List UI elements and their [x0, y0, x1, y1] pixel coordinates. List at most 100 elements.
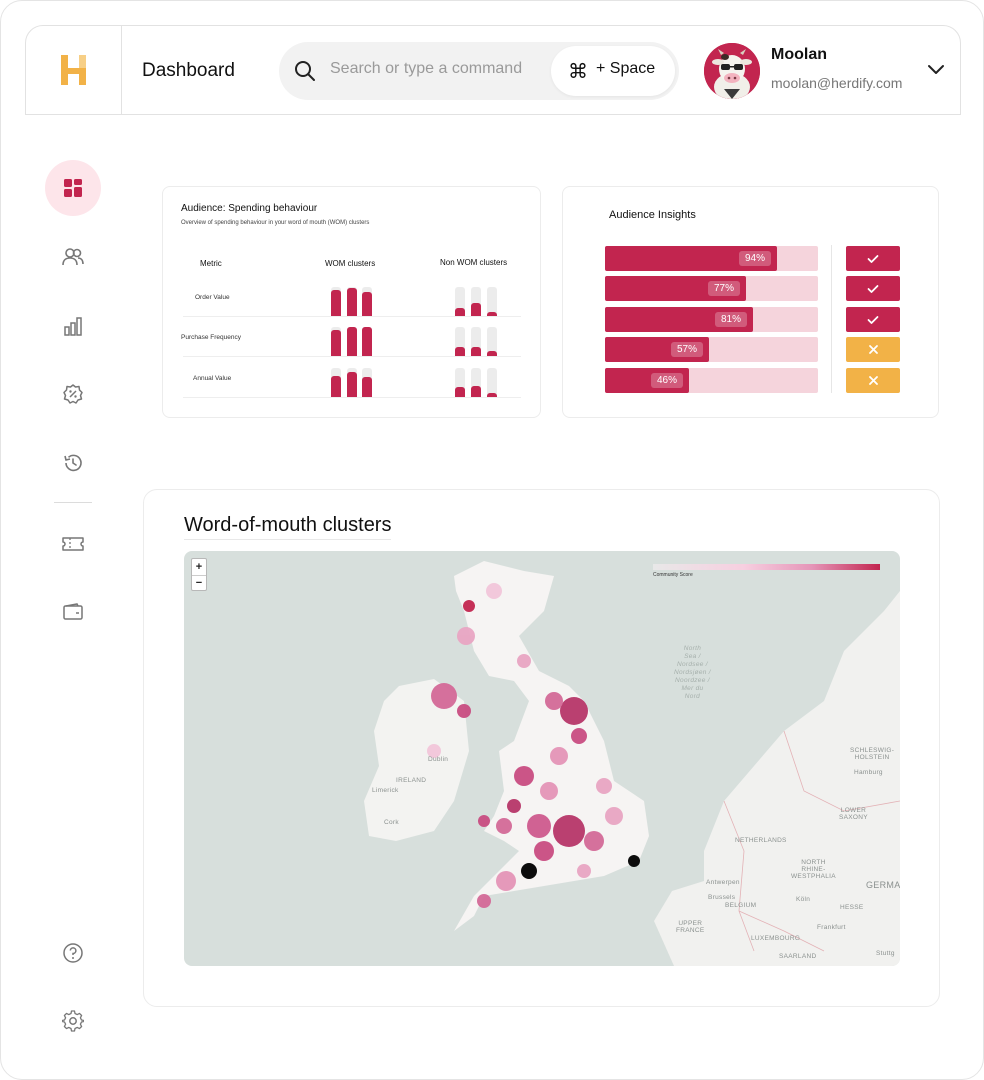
legend-label: Community Score — [653, 572, 693, 578]
history-icon — [64, 454, 82, 472]
top-bar: Dashboard Search or type a command ⌘ + S… — [25, 25, 961, 115]
sidebar-item-dashboard[interactable] — [45, 160, 101, 216]
map-label-north-sea: North Sea / Nordsee / Nordsjøen / Noordz… — [674, 645, 711, 700]
command-key-icon: ⌘ — [568, 59, 588, 83]
close-icon — [868, 376, 878, 385]
column-header-wom: WOM clusters — [325, 259, 376, 268]
close-icon — [868, 345, 878, 354]
search-bar[interactable]: Search or type a command ⌘ + Space — [279, 42, 679, 100]
non-wom-bar — [471, 303, 481, 316]
non-wom-bar-track — [455, 327, 465, 356]
non-wom-bar-track — [455, 287, 465, 316]
insights-divider — [831, 245, 832, 393]
non-wom-bar — [487, 393, 497, 397]
cross-badge — [846, 337, 900, 362]
card-subtitle: Overview of spending behaviour in your w… — [181, 220, 370, 226]
insight-percent: 46% — [650, 373, 683, 388]
audience-icon — [62, 248, 84, 266]
wom-bar-track — [362, 287, 372, 316]
card-title: Word-of-mouth clusters — [184, 514, 392, 540]
zoom-in-button[interactable]: + — [192, 559, 206, 575]
insight-percent: 81% — [714, 312, 747, 327]
command-shortcut-button[interactable]: ⌘ + Space — [551, 46, 675, 96]
map-label-frankfurt: Frankfurt — [817, 924, 846, 931]
map-label-saarland: SAARLAND — [779, 953, 817, 960]
herdify-logo-icon — [60, 55, 86, 85]
wom-bar — [331, 290, 341, 316]
logo[interactable] — [26, 26, 122, 114]
sidebar-item-analytics[interactable] — [45, 298, 101, 354]
search-icon — [295, 61, 315, 81]
map-label-germany: GERMA — [866, 880, 900, 890]
metric-label: Annual Value — [193, 375, 232, 382]
non-wom-bar-track — [471, 287, 481, 316]
sidebar-item-offers[interactable] — [45, 366, 101, 422]
sidebar-item-audience[interactable] — [45, 229, 101, 285]
map-label-cork: Cork — [384, 819, 399, 826]
non-wom-bar-track — [487, 368, 497, 397]
sidebar-item-help[interactable] — [45, 925, 101, 981]
sidebar-item-history[interactable] — [45, 435, 101, 491]
non-wom-bar-track — [471, 327, 481, 356]
app-window: Dashboard Search or type a command ⌘ + S… — [0, 0, 984, 1080]
map-label-ireland: IRELAND — [396, 777, 427, 784]
continent-landmass — [704, 591, 900, 966]
wom-bar — [347, 327, 357, 356]
chevron-down-icon[interactable] — [926, 63, 946, 77]
cross-badge — [846, 368, 900, 393]
bar-chart-icon — [64, 317, 82, 336]
insight-bar-track: 46% — [605, 368, 818, 393]
map-label-lower-saxony: LOWER SAXONY — [839, 807, 868, 821]
map-label-hesse: HESSE — [840, 904, 864, 911]
non-wom-bar — [487, 312, 497, 316]
non-wom-bar — [455, 308, 465, 316]
insight-bar-track: 81% — [605, 307, 818, 332]
non-wom-bar — [455, 387, 465, 397]
insight-bar: 46% — [605, 368, 689, 393]
metric-label: Purchase Frequency — [181, 334, 241, 341]
non-wom-bar-track — [455, 368, 465, 397]
metric-label: Order Value — [195, 294, 230, 301]
insight-percent: 57% — [670, 342, 703, 357]
wom-bar-track — [362, 327, 372, 356]
insight-bar-track: 94% — [605, 246, 818, 271]
map-label-antwerp: Antwerpen — [706, 879, 740, 886]
sidebar-item-tickets[interactable] — [45, 516, 101, 572]
insight-percent: 77% — [707, 281, 740, 296]
insight-percent: 94% — [738, 251, 771, 266]
wom-bar-track — [331, 327, 341, 356]
insight-bar: 77% — [605, 276, 746, 301]
map-canvas — [364, 561, 900, 966]
wom-bar-track — [362, 368, 372, 397]
wom-bar — [331, 376, 341, 397]
wom-bar — [347, 288, 357, 316]
row-divider — [183, 356, 521, 357]
cluster-map[interactable]: + − Community Score IRELAND Dublin Limer… — [184, 551, 900, 966]
britain-landmass — [454, 561, 649, 931]
sidebar-divider — [54, 502, 92, 503]
wom-clusters-card: Word-of-mouth clusters + − Community Sco… — [143, 489, 940, 1007]
sidebar-item-settings[interactable] — [45, 993, 101, 1049]
map-label-schleswig: SCHLESWIG- HOLSTEIN — [850, 747, 895, 761]
zoom-out-button[interactable]: − — [192, 575, 206, 591]
user-email: moolan@herdify.com — [771, 75, 903, 91]
wom-bar-track — [347, 327, 357, 356]
non-wom-bar — [471, 347, 481, 356]
check-badge — [846, 246, 900, 271]
insight-bar: 57% — [605, 337, 709, 362]
row-divider — [183, 316, 521, 317]
card-title: Audience Insights — [609, 209, 696, 221]
insight-bar: 81% — [605, 307, 753, 332]
wom-bar — [347, 372, 357, 397]
ticket-icon — [62, 537, 84, 551]
discount-badge-icon — [63, 384, 83, 404]
avatar[interactable] — [704, 43, 760, 99]
user-name: Moolan — [771, 46, 827, 63]
wom-bar-track — [331, 368, 341, 397]
gear-icon — [62, 1010, 84, 1032]
search-input[interactable]: Search or type a command — [330, 60, 522, 78]
sidebar-item-wallet[interactable] — [45, 584, 101, 640]
row-divider — [183, 397, 521, 398]
map-label-upper-france: UPPER FRANCE — [676, 920, 705, 934]
community-score-legend — [653, 564, 880, 570]
